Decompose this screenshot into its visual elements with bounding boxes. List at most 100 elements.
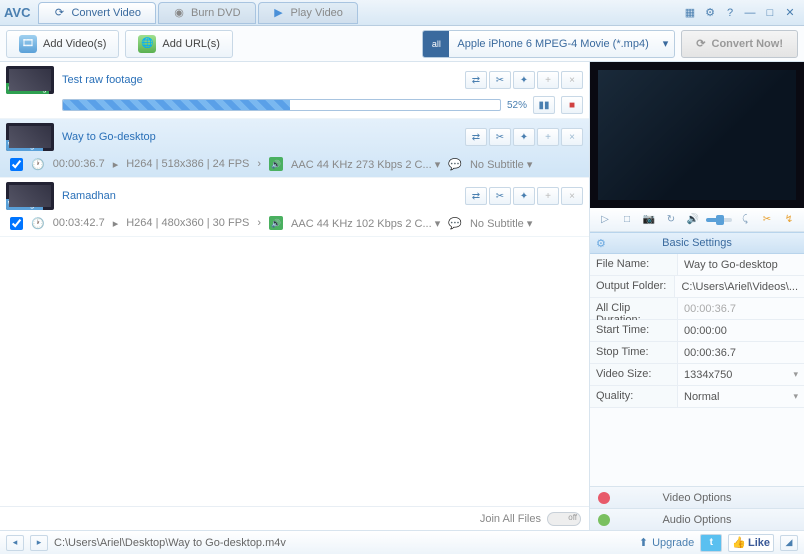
titlebar: AVC ⟳ Convert Video ◉ Burn DVD ▶ Play Vi…	[0, 0, 804, 26]
video-size-dropdown[interactable]: 1334x750	[678, 364, 804, 385]
audio-icon: 🔊	[269, 157, 283, 171]
snapshot-button[interactable]: 📷	[640, 212, 658, 228]
swap-icon[interactable]: ⇄	[465, 187, 487, 205]
tab-label: Play Video	[291, 7, 343, 19]
item-title[interactable]: Ramadhan	[62, 190, 116, 202]
progress-percent: 52%	[507, 100, 527, 111]
subtitle-icon: 💬	[448, 217, 462, 230]
subtitle-dropdown[interactable]: No Subtitle ▾	[470, 158, 532, 171]
file-path: C:\Users\Ariel\Desktop\Way to Go-desktop…	[54, 537, 286, 549]
volume-slider[interactable]	[706, 218, 732, 222]
setting-label: All Clip Duration:	[590, 298, 678, 319]
subtitle-dropdown[interactable]: No Subtitle ▾	[470, 217, 532, 230]
file-name-field[interactable]: Way to Go-desktop	[678, 254, 804, 275]
tab-label: Convert Video	[71, 7, 141, 19]
stop-button[interactable]: ■	[561, 96, 583, 114]
minimize-icon[interactable]: —	[741, 4, 759, 22]
statusbar: ◂ ▸ C:\Users\Ariel\Desktop\Way to Go-des…	[0, 530, 804, 554]
video-preview[interactable]	[590, 62, 804, 208]
profile-icon: all	[423, 31, 449, 57]
resize-handle[interactable]: ◢	[780, 535, 798, 551]
thumbnail: Waiting...	[6, 123, 54, 151]
basic-settings-header[interactable]: ⚙ Basic Settings	[590, 232, 804, 254]
remove-icon[interactable]: ×	[561, 187, 583, 205]
profile-label: Apple iPhone 6 MPEG-4 Movie (*.mp4)	[449, 38, 656, 50]
arrow-icon: ›	[257, 158, 261, 170]
add-icon[interactable]: +	[537, 128, 559, 146]
item-title[interactable]: Way to Go-desktop	[62, 131, 156, 143]
upgrade-link[interactable]: ⬆ Upgrade	[639, 536, 694, 549]
convert-now-button[interactable]: ⟳ Convert Now!	[681, 30, 798, 58]
menu-icon[interactable]: ▦	[681, 4, 699, 22]
option-label: Video Options	[663, 492, 732, 504]
list-item[interactable]: Converting Test raw footage ⇄ ✂ ✦ + × 52…	[0, 62, 589, 119]
status-badge: Converting	[6, 83, 49, 94]
pause-button[interactable]: ▮▮	[533, 96, 555, 114]
globe-plus-icon: 🌐	[138, 35, 156, 53]
video-codec-icon: ▸	[113, 158, 119, 171]
join-toggle[interactable]	[547, 512, 581, 526]
cut-icon[interactable]: ✂	[489, 128, 511, 146]
twitter-button[interactable]: t	[700, 534, 722, 552]
refresh-icon: ⟳	[696, 37, 705, 50]
status-badge: Waiting...	[6, 140, 43, 151]
item-checkbox[interactable]	[10, 158, 23, 171]
maximize-icon[interactable]: □	[761, 4, 779, 22]
loop-button[interactable]: ↻	[662, 212, 680, 228]
volume-icon[interactable]: 🔊	[684, 212, 702, 228]
dvd-icon: ◉	[173, 7, 185, 19]
quality-dropdown[interactable]: Normal	[678, 386, 804, 407]
facebook-like-button[interactable]: 👍 Like	[728, 534, 774, 552]
remove-icon[interactable]: ×	[561, 71, 583, 89]
add-urls-button[interactable]: 🌐 Add URL(s)	[125, 30, 232, 58]
add-videos-button[interactable]: 🎞 Add Video(s)	[6, 30, 119, 58]
start-time-field[interactable]: 00:00:00	[678, 320, 804, 341]
tab-burn-dvd[interactable]: ◉ Burn DVD	[158, 2, 256, 24]
add-icon[interactable]: +	[537, 71, 559, 89]
video-codec-icon: ▸	[113, 217, 119, 230]
cut-icon[interactable]: ✂	[489, 187, 511, 205]
swap-icon[interactable]: ⇄	[465, 71, 487, 89]
stop-time-field[interactable]: 00:00:36.7	[678, 342, 804, 363]
option-label: Audio Options	[662, 514, 731, 526]
output-profile-dropdown[interactable]: all Apple iPhone 6 MPEG-4 Movie (*.mp4) …	[422, 30, 675, 58]
video-options-header[interactable]: Video Options	[590, 486, 804, 508]
swap-icon[interactable]: ⇄	[465, 128, 487, 146]
duration: 00:03:42.7	[53, 217, 105, 229]
remove-icon[interactable]: ×	[561, 128, 583, 146]
prev-button[interactable]: ◂	[6, 535, 24, 551]
mark-out-button[interactable]: ↯	[780, 212, 798, 228]
play-button[interactable]: ▷	[596, 212, 614, 228]
cut-icon[interactable]: ✂	[489, 71, 511, 89]
next-button[interactable]: ▸	[30, 535, 48, 551]
video-options-icon	[598, 492, 610, 504]
tab-label: Burn DVD	[191, 7, 241, 19]
audio-dropdown[interactable]: AAC 44 KHz 273 Kbps 2 C... ▾	[291, 158, 440, 171]
setting-label: Quality:	[590, 386, 678, 407]
video-info: H264 | 518x386 | 24 FPS	[126, 158, 249, 170]
audio-dropdown[interactable]: AAC 44 KHz 102 Kbps 2 C... ▾	[291, 217, 440, 230]
list-item[interactable]: Waiting... Ramadhan ⇄ ✂ ✦ + × 🕐 00:03:42…	[0, 178, 589, 237]
help-icon[interactable]: ?	[721, 4, 739, 22]
audio-options-header[interactable]: Audio Options	[590, 508, 804, 530]
effects-icon[interactable]: ✦	[513, 187, 535, 205]
item-checkbox[interactable]	[10, 217, 23, 230]
effects-icon[interactable]: ✦	[513, 128, 535, 146]
cut-button[interactable]: ✂	[758, 212, 776, 228]
effects-icon[interactable]: ✦	[513, 71, 535, 89]
close-icon[interactable]: ✕	[781, 4, 799, 22]
item-title[interactable]: Test raw footage	[62, 74, 143, 86]
audio-options-icon	[598, 514, 610, 526]
file-list-panel: Converting Test raw footage ⇄ ✂ ✦ + × 52…	[0, 62, 590, 530]
setting-label: File Name:	[590, 254, 678, 275]
clock-icon: 🕐	[31, 158, 45, 171]
settings-icon[interactable]: ⚙	[701, 4, 719, 22]
add-icon[interactable]: +	[537, 187, 559, 205]
stop-button[interactable]: □	[618, 212, 636, 228]
output-folder-field[interactable]: C:\Users\Ariel\Videos\...	[675, 276, 804, 297]
mark-in-button[interactable]: ⤹	[736, 212, 754, 228]
tab-play-video[interactable]: ▶ Play Video	[258, 2, 358, 24]
button-label: Add URL(s)	[162, 38, 219, 50]
tab-convert-video[interactable]: ⟳ Convert Video	[38, 2, 156, 24]
list-item[interactable]: Waiting... Way to Go-desktop ⇄ ✂ ✦ + × 🕐…	[0, 119, 589, 178]
